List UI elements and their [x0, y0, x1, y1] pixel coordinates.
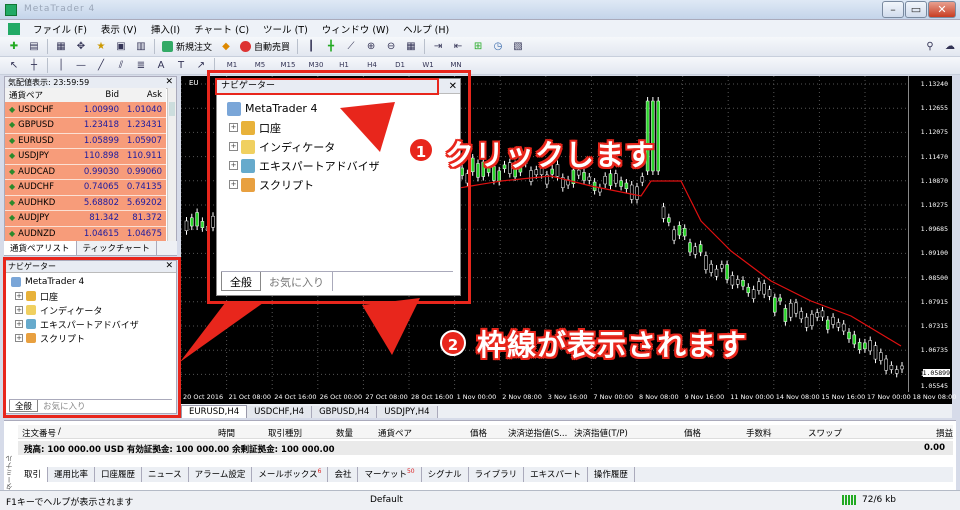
- terminal-tab[interactable]: 口座履歴: [95, 467, 143, 482]
- traffic-text: 72/6 kb: [862, 495, 896, 505]
- column-header[interactable]: 注文番号: [22, 427, 56, 439]
- terminal-tabs: 取引 運用比率 口座履歴 ニュース アラーム設定 メールボックス6 会社 マーケット50 シグナ…: [18, 467, 953, 482]
- terminal-panel: 注文番号 / 時間 取引種別 数量 通貨ペア 価格 決済逆指値(S... 決済指値(T/P) 価格…: [4, 420, 956, 498]
- terminal-tab[interactable]: シグナル: [422, 467, 469, 482]
- terminal-tab[interactable]: 会社: [328, 467, 359, 482]
- step-2-text: 枠線が表示されます: [477, 328, 748, 362]
- balance-text: 残高: 100 000.00 USD 有効証拠金: 100 000.00 余剰証…: [24, 445, 335, 455]
- column-header[interactable]: 時間: [218, 427, 235, 439]
- column-header[interactable]: 損益: [936, 427, 953, 439]
- terminal-side-label: ターミナル: [5, 455, 13, 490]
- terminal-tab[interactable]: ニュース: [142, 467, 189, 482]
- column-header[interactable]: 通貨ペア: [378, 427, 412, 439]
- column-header[interactable]: /: [58, 427, 61, 437]
- terminal-tab[interactable]: エキスパート: [524, 467, 588, 482]
- column-header[interactable]: 価格: [470, 427, 487, 439]
- profit-total: 0.00: [924, 443, 945, 453]
- step-1-text: クリックします: [445, 138, 656, 172]
- column-header[interactable]: 数量: [336, 427, 353, 439]
- column-header[interactable]: 手数料: [746, 427, 772, 439]
- column-header[interactable]: 決済逆指値(S...: [508, 427, 567, 439]
- tab-badge: 50: [406, 468, 415, 476]
- column-header[interactable]: 価格: [684, 427, 701, 439]
- connection-icon: [842, 495, 856, 505]
- terminal-tab[interactable]: 取引: [18, 467, 49, 482]
- profile-name: Default: [370, 495, 403, 505]
- terminal-tab[interactable]: 運用比率: [48, 467, 96, 482]
- column-header[interactable]: スワップ: [808, 427, 842, 439]
- terminal-tab[interactable]: メールボックス6: [252, 467, 329, 482]
- terminal-tab[interactable]: アラーム設定: [189, 467, 253, 482]
- column-header[interactable]: 取引種別: [268, 427, 302, 439]
- terminal-tab[interactable]: マーケット50: [358, 467, 422, 482]
- step-2-badge: 2: [440, 330, 466, 356]
- tab-badge: 6: [317, 468, 322, 476]
- help-text: F1キーでヘルプが表示されます: [6, 498, 134, 508]
- terminal-tab[interactable]: ライブラリ: [469, 467, 525, 482]
- balance-summary: 残高: 100 000.00 USD 有効証拠金: 100 000.00 余剰証…: [18, 441, 953, 455]
- status-bar: F1キーでヘルプが表示されます Default 72/6 kb: [0, 490, 960, 510]
- step-1-badge: 1: [408, 137, 434, 163]
- terminal-headers: 注文番号 / 時間 取引種別 数量 通貨ペア 価格 決済逆指値(S... 決済指値(T/P) 価格…: [18, 425, 953, 439]
- column-header[interactable]: 決済指値(T/P): [574, 427, 628, 439]
- terminal-tab[interactable]: 操作履歴: [588, 467, 635, 482]
